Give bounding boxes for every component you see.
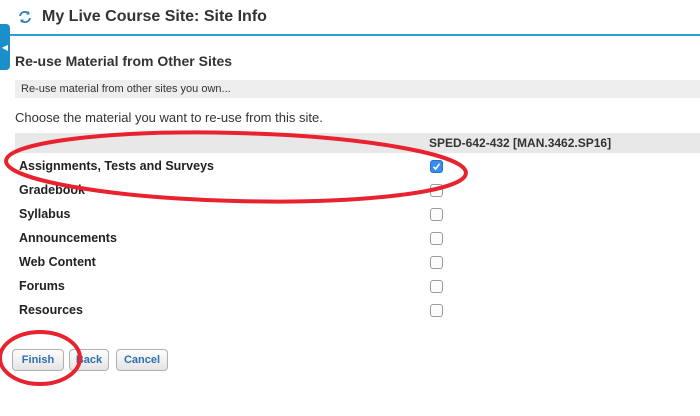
site-column-header: SPED-642-432 [MAN.3462.SP16]	[429, 136, 612, 150]
tool-row-forums: Forums	[15, 277, 700, 301]
table-header: SPED-642-432 [MAN.3462.SP16]	[15, 133, 700, 153]
tool-checkbox[interactable]	[430, 304, 443, 317]
finish-button[interactable]: Finish	[12, 349, 64, 371]
tool-row-announcements: Announcements	[15, 229, 700, 253]
tool-label: Forums	[19, 279, 65, 293]
instruction-text: Choose the material you want to re-use f…	[15, 110, 323, 125]
tool-checkbox[interactable]	[430, 256, 443, 269]
tool-label: Assignments, Tests and Surveys	[19, 159, 214, 173]
tool-label: Resources	[19, 303, 83, 317]
tool-checkbox[interactable]	[430, 208, 443, 221]
tool-row-resources: Resources	[15, 301, 700, 325]
tool-row-web-content: Web Content	[15, 253, 700, 277]
tool-checkbox[interactable]	[430, 280, 443, 293]
tool-label: Syllabus	[19, 207, 71, 221]
site-header: My Live Course Site: Site Info	[10, 0, 700, 36]
page-title: My Live Course Site: Site Info	[42, 8, 267, 25]
tool-row-assignments: Assignments, Tests and Surveys	[15, 157, 700, 181]
section-title: Re-use Material from Other Sites	[15, 53, 233, 69]
tool-row-syllabus: Syllabus	[15, 205, 700, 229]
tool-label: Gradebook	[19, 183, 85, 197]
tool-row-gradebook: Gradebook	[15, 181, 700, 205]
back-button[interactable]: Back	[69, 349, 109, 371]
tool-checkbox[interactable]	[430, 232, 443, 245]
collapse-sidebar-tab[interactable]: ◀	[0, 24, 10, 70]
tool-label: Web Content	[19, 255, 96, 269]
info-bar: Re-use material from other sites you own…	[15, 80, 700, 98]
refresh-icon[interactable]	[18, 10, 32, 24]
tool-label: Announcements	[19, 231, 117, 245]
cancel-button[interactable]: Cancel	[116, 349, 168, 371]
tool-checkbox[interactable]	[430, 160, 443, 173]
tool-checkbox[interactable]	[430, 184, 443, 197]
